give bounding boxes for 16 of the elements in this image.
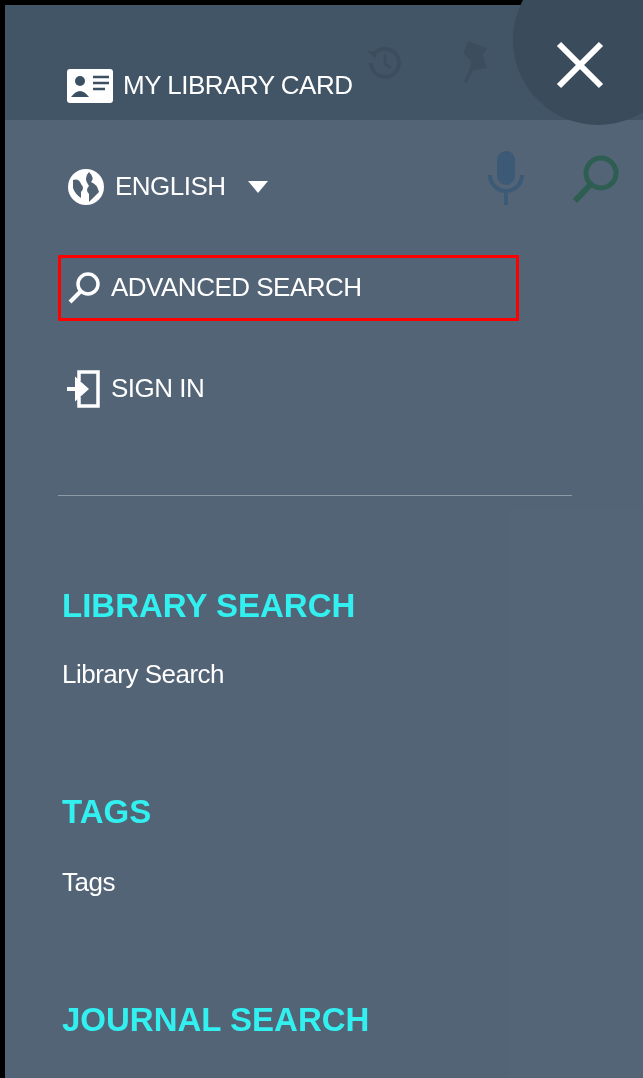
close-icon	[555, 40, 605, 90]
globe-icon	[67, 167, 105, 206]
search-icon	[67, 270, 101, 305]
menu-link[interactable]: ADVANCED SEARCH	[58, 254, 519, 321]
section-heading: TAGS	[62, 792, 152, 832]
sign-in-icon	[67, 368, 101, 409]
menu-link[interactable]: MY LIBRARY CARD	[58, 52, 364, 119]
section-heading: JOURNAL SEARCH	[62, 1000, 370, 1040]
id-card-icon	[67, 68, 113, 103]
menu-link[interactable]: ENGLISH	[58, 153, 279, 220]
menu-link[interactable]: SIGN IN	[58, 355, 216, 422]
search-icon[interactable]	[570, 154, 620, 206]
caret-icon	[247, 180, 268, 193]
section-link[interactable]: Tags	[62, 857, 115, 907]
section-link[interactable]: Library Search	[62, 649, 225, 699]
section-heading: LIBRARY SEARCH	[62, 586, 356, 626]
